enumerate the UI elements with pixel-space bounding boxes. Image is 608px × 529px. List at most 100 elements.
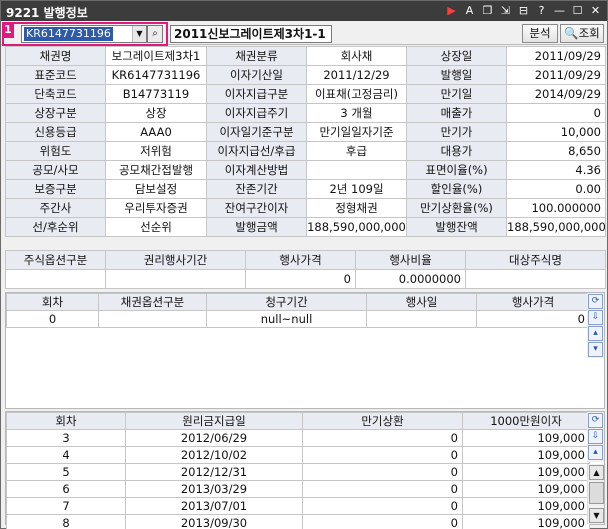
info-value: 정형채권	[306, 198, 407, 218]
info-label: 표면이율(%)	[406, 160, 507, 180]
bond-option-table: 회차 채권옵션구분 청구기간 행사일 행사가격 0 null~null 0	[6, 293, 590, 328]
close-icon[interactable]: ✕	[588, 3, 603, 18]
cell: 2013/07/01	[125, 497, 303, 515]
cell: 2013/03/29	[125, 480, 303, 498]
info-value: 188,590,000,000	[306, 217, 407, 237]
cell: 0	[302, 514, 463, 529]
expand-icon[interactable]: ▾	[588, 342, 603, 357]
info-value: KR6147731196	[105, 65, 207, 85]
header-interest-per-10m: 1000만원이자	[462, 412, 590, 430]
export-icon[interactable]: ⇩	[588, 310, 603, 325]
header-exercise-ratio: 행사비율	[355, 250, 466, 270]
info-value: 2014/09/29	[506, 84, 606, 104]
table-row[interactable]: 5 2012/12/31 0 109,000	[6, 463, 590, 481]
link-icon[interactable]: ⇲	[498, 3, 513, 18]
info-label: 대용가	[406, 141, 507, 161]
info-value: 선순위	[105, 217, 207, 237]
info-label: 이자계산방법	[206, 160, 307, 180]
table-row[interactable]: 0 null~null 0	[6, 310, 590, 328]
scroll-thumb[interactable]	[589, 482, 604, 504]
info-row: 채권명 보그레이트제3차1 채권분류 회사채 상장일 2011/09/29	[5, 46, 606, 66]
table-row[interactable]: 4 2012/10/02 0 109,000	[6, 446, 590, 464]
cell: 2012/06/29	[125, 429, 303, 447]
play-icon[interactable]: ▶	[444, 3, 459, 18]
cell	[366, 310, 477, 328]
refresh-icon[interactable]: ⟳	[588, 413, 603, 428]
info-row: 선/후순위 선순위 발행금액 188,590,000,000 발행잔액 188,590,0…	[5, 217, 606, 237]
info-label: 잔여구간이자	[206, 198, 307, 218]
cell: 0	[302, 463, 463, 481]
refresh-icon[interactable]: ⟳	[588, 294, 603, 309]
collapse-icon[interactable]: ▴	[588, 445, 603, 460]
info-label: 표준코드	[5, 65, 106, 85]
cell: 2013/09/30	[125, 514, 303, 529]
collapse-icon[interactable]: ▴	[588, 326, 603, 341]
vertical-scrollbar[interactable]: ▲ ▼	[587, 464, 604, 524]
info-label: 채권명	[5, 46, 106, 66]
header-round: 회차	[6, 412, 126, 430]
info-label: 위험도	[5, 141, 106, 161]
table-row[interactable]: 7 2013/07/01 0 109,000	[6, 497, 590, 515]
cell: 4	[6, 446, 126, 464]
cell: 0	[476, 310, 590, 328]
info-row: 공모/사모 공모채간접발행 이자계산방법 표면이율(%) 4.36	[5, 160, 606, 180]
cell: 0	[6, 310, 99, 328]
search-button-label: 조회	[578, 26, 600, 40]
print-icon[interactable]: ⊟	[516, 3, 531, 18]
info-label: 선/후순위	[5, 217, 106, 237]
info-value: 2011/12/29	[306, 65, 407, 85]
info-value: 100.000000	[506, 198, 606, 218]
info-value: B14773119	[105, 84, 207, 104]
info-label: 상장구분	[5, 103, 106, 123]
cell	[465, 269, 606, 289]
info-value: 0.00	[506, 179, 606, 199]
font-size-icon[interactable]: A	[462, 3, 477, 18]
scroll-down-icon[interactable]: ▼	[589, 508, 604, 523]
analyze-button[interactable]: 분석	[522, 24, 558, 43]
header-target-stock: 대상주식명	[465, 250, 606, 270]
info-label: 상장일	[406, 46, 507, 66]
info-value: 공모채간접발행	[105, 160, 207, 180]
info-value: 저위험	[105, 141, 207, 161]
minimize-icon[interactable]: —	[552, 3, 567, 18]
info-value: 후급	[306, 141, 407, 161]
cell: 8	[6, 514, 126, 529]
info-label: 보증구분	[5, 179, 106, 199]
cell: 0	[245, 269, 356, 289]
table-row[interactable]: 8 2013/09/30 0 109,000	[6, 514, 590, 529]
search-button[interactable]: 🔍조회	[560, 24, 604, 43]
bond-info-table: 채권명 보그레이트제3차1 채권분류 회사채 상장일 2011/09/29 표준코드 KR61…	[5, 46, 606, 237]
export-icon[interactable]: ⇩	[588, 429, 603, 444]
info-label: 만기상환율(%)	[406, 198, 507, 218]
cell: 5	[6, 463, 126, 481]
table-row[interactable]: 6 2013/03/29 0 109,000	[6, 480, 590, 498]
header-payment-date: 원리금지급일	[125, 412, 303, 430]
cell: null~null	[206, 310, 367, 328]
info-row: 표준코드 KR6147731196 이자기산일 2011/12/29 발행일 2011/0…	[5, 65, 606, 85]
scroll-up-icon[interactable]: ▲	[589, 465, 604, 480]
cell	[5, 269, 106, 289]
help-icon[interactable]: ?	[534, 3, 549, 18]
info-row: 신용등급 AAA0 이자일기준구분 만기일일자기준 만기가 10,000	[5, 122, 606, 142]
table-row[interactable]: 0 0.0000000	[5, 269, 606, 289]
info-label: 이자지급선/후급	[206, 141, 307, 161]
header-round: 회차	[6, 293, 99, 311]
header-claim-period: 청구기간	[206, 293, 367, 311]
info-value: 0	[506, 103, 606, 123]
cell: 0.0000000	[355, 269, 466, 289]
info-label: 단축코드	[5, 84, 106, 104]
info-label: 이자지급주기	[206, 103, 307, 123]
header-exercise-price: 행사가격	[476, 293, 590, 311]
maximize-icon[interactable]: ☐	[570, 3, 585, 18]
table-row[interactable]: 3 2012/06/29 0 109,000	[6, 429, 590, 447]
cell: 0	[302, 480, 463, 498]
header-bond-option-type: 채권옵션구분	[98, 293, 207, 311]
magnifier-icon: 🔍	[564, 26, 579, 40]
copy-window-icon[interactable]: ❐	[480, 3, 495, 18]
cell: 109,000	[462, 446, 590, 464]
info-label: 이자일기준구분	[206, 122, 307, 142]
info-value: 2년 109일	[306, 179, 407, 199]
header-maturity-redemption: 만기상환	[302, 412, 463, 430]
info-label: 매출가	[406, 103, 507, 123]
info-row: 위험도 저위험 이자지급선/후급 후급 대용가 8,650	[5, 141, 606, 161]
